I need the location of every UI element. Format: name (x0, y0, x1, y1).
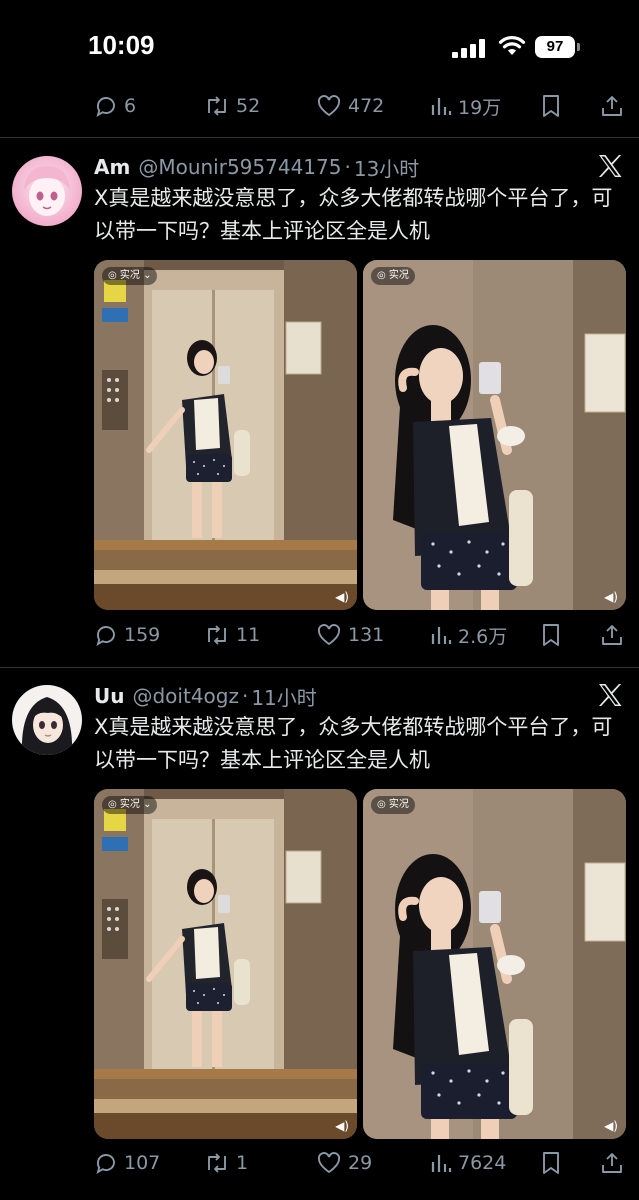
tweet-media[interactable]: ◎ 实况 ⌄ ◀) ◎ 实况 ◀) (94, 260, 626, 610)
retweet-count: 11 (236, 624, 261, 646)
like-icon (317, 1152, 341, 1174)
retweet-button[interactable]: 1 (204, 1143, 248, 1183)
views-count: 7624 (458, 1152, 507, 1174)
like-button[interactable]: 131 (316, 615, 384, 655)
tweet-action-bar: 159 11 131 2.6万 (94, 615, 634, 655)
bookmark-icon (543, 624, 559, 646)
views-button[interactable]: 7624 (430, 1143, 506, 1183)
like-icon (317, 624, 341, 646)
retweet-icon (208, 1153, 226, 1173)
tweet-text: X真是越来越没意思了，众多大佬都转战哪个平台了，可以带一下吗？基本上评论区全是人… (94, 186, 613, 243)
tweet-header: Uu @doit4ogz · 11小时 (94, 681, 317, 711)
bookmark-button[interactable] (540, 615, 562, 655)
retweet-count: 1 (236, 1152, 249, 1174)
share-button[interactable] (600, 1143, 624, 1183)
reply-button[interactable]: 159 (94, 615, 160, 655)
tweet[interactable]: Am @Mounir595744175 · 13小时 X真是越来越没意思了，众多… (0, 152, 639, 666)
bookmark-button[interactable] (540, 1143, 562, 1183)
status-bar: 10:09 97 (0, 0, 639, 90)
bookmark-button[interactable] (540, 86, 562, 126)
clock: 10:09 (88, 30, 155, 60)
timestamp[interactable]: 13小时 (354, 153, 419, 182)
prev-tweet-action-bar: 6 52 472 19万 (94, 86, 634, 126)
user-handle[interactable]: @doit4ogz (132, 684, 238, 708)
wifi-icon (498, 36, 526, 55)
tweet-media[interactable]: ◎ 实况 ⌄ ◀) ◎ 实况 ◀) (94, 789, 626, 1139)
x-logo-icon[interactable] (596, 152, 624, 180)
speaker-icon[interactable]: ◀) (335, 1119, 349, 1133)
like-count: 29 (348, 1152, 373, 1174)
live-photo-badge: ◎ 实况 ⌄ (102, 267, 158, 285)
like-button[interactable]: 29 (316, 1143, 372, 1183)
like-button[interactable]: 472 (316, 86, 384, 126)
tweet-divider (0, 137, 639, 138)
speaker-icon[interactable]: ◀) (604, 1119, 618, 1133)
display-name[interactable]: Uu (94, 684, 124, 708)
share-icon (602, 96, 622, 116)
views-icon (431, 98, 452, 115)
cellular-signal-icon (452, 38, 486, 58)
battery-tip (577, 43, 580, 51)
separator: · (241, 684, 249, 708)
elevator-selfie-photo[interactable]: ◎ 实况 ◀) (363, 260, 626, 610)
views-icon (431, 627, 452, 644)
retweet-icon (208, 625, 226, 645)
share-icon (602, 1153, 622, 1173)
elevator-mirror-photo[interactable]: ◎ 实况 ⌄ ◀) (94, 789, 357, 1139)
display-name[interactable]: Am (94, 155, 130, 179)
bookmark-icon (543, 1152, 559, 1174)
reply-icon (96, 1154, 115, 1174)
battery-indicator: 97 (535, 36, 575, 58)
retweet-count: 52 (236, 95, 261, 117)
user-handle[interactable]: @Mounir595744175 (138, 155, 341, 179)
share-button[interactable] (600, 86, 624, 126)
reply-icon (96, 97, 115, 117)
separator: · (344, 155, 351, 179)
views-count: 2.6万 (458, 625, 508, 648)
reply-button[interactable]: 6 (94, 86, 136, 126)
retweet-button[interactable]: 52 (204, 86, 260, 126)
speaker-icon[interactable]: ◀) (335, 590, 349, 604)
retweet-button[interactable]: 11 (204, 615, 260, 655)
reply-button[interactable]: 107 (94, 1143, 160, 1183)
share-button[interactable] (600, 615, 624, 655)
like-icon (317, 95, 341, 117)
live-photo-badge: ◎ 实况 (371, 267, 415, 285)
reply-icon (96, 626, 115, 646)
reply-count: 107 (124, 1152, 161, 1174)
elevator-selfie-photo[interactable]: ◎ 实况 ◀) (363, 789, 626, 1139)
tweet-divider (0, 667, 639, 668)
like-count: 131 (348, 624, 385, 646)
tweet[interactable]: Uu @doit4ogz · 11小时 X真是越来越没意思了，众多大佬都转战哪个… (0, 681, 639, 1200)
share-icon (602, 625, 622, 645)
speaker-icon[interactable]: ◀) (604, 590, 618, 604)
views-button[interactable]: 19万 (430, 86, 501, 126)
tweet-action-bar: 107 1 29 7624 (94, 1143, 634, 1183)
bookmark-icon (543, 95, 559, 117)
tweet-text: X真是越来越没意思了，众多大佬都转战哪个平台了，可以带一下吗？基本上评论区全是人… (94, 715, 613, 772)
live-photo-badge: ◎ 实况 (371, 796, 415, 814)
views-button[interactable]: 2.6万 (430, 615, 507, 655)
timestamp[interactable]: 11小时 (251, 682, 316, 711)
views-icon (431, 1155, 452, 1172)
retweet-icon (208, 96, 226, 116)
live-photo-badge: ◎ 实况 ⌄ (102, 796, 158, 814)
reply-count: 6 (124, 95, 137, 117)
avatar[interactable] (12, 685, 82, 755)
x-logo-icon[interactable] (596, 681, 624, 709)
reply-count: 159 (124, 624, 161, 646)
elevator-mirror-photo[interactable]: ◎ 实况 ⌄ ◀) (94, 260, 357, 610)
like-count: 472 (348, 95, 385, 117)
tweet-header: Am @Mounir595744175 · 13小时 (94, 152, 419, 182)
views-count: 19万 (458, 96, 502, 119)
avatar[interactable] (12, 156, 82, 226)
